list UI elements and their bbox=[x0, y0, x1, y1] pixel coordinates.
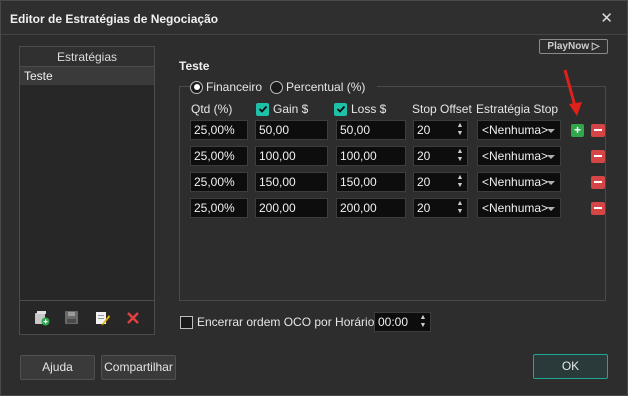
edit-icon[interactable] bbox=[93, 309, 111, 327]
stop-offset-stepper[interactable]: 20 ▲ ▼ bbox=[413, 198, 468, 218]
gain-input[interactable]: 150,00 bbox=[255, 172, 328, 192]
window-title: Editor de Estratégias de Negociação bbox=[10, 12, 219, 26]
gain-checkbox[interactable] bbox=[256, 102, 269, 116]
title-bar: Editor de Estratégias de Negociação ✕ bbox=[1, 1, 627, 35]
remove-row-button[interactable] bbox=[591, 124, 605, 137]
estrategia-stop-value: <Nenhuma> bbox=[482, 123, 549, 137]
gain-input[interactable]: 200,00 bbox=[255, 198, 328, 218]
column-header-stop-offset: Stop Offset bbox=[412, 102, 472, 116]
share-button[interactable]: Compartilhar bbox=[101, 355, 176, 380]
targets-group-box bbox=[179, 86, 606, 301]
oco-time-stepper[interactable]: 00:00 ▲ ▼ bbox=[374, 312, 431, 332]
qtd-input[interactable]: 25,00% bbox=[190, 146, 248, 166]
mode-radio-group: Financeiro Percentual (%) bbox=[190, 80, 378, 94]
radio-percentual-label: Percentual (%) bbox=[286, 80, 366, 94]
chevron-down-icon bbox=[547, 207, 555, 211]
delete-icon[interactable] bbox=[124, 309, 142, 327]
remove-row-button[interactable] bbox=[591, 202, 605, 215]
loss-input[interactable]: 200,00 bbox=[336, 198, 406, 218]
strategy-list-panel: Estratégias Teste bbox=[19, 46, 155, 335]
radio-financeiro[interactable] bbox=[190, 80, 203, 94]
remove-row-button[interactable] bbox=[591, 150, 605, 163]
qtd-input[interactable]: 25,00% bbox=[190, 198, 248, 218]
annotation-arrow-icon bbox=[563, 69, 582, 116]
loss-header-label: Loss $ bbox=[351, 102, 387, 116]
stepper-arrows-icon[interactable]: ▲ ▼ bbox=[456, 122, 464, 138]
stop-offset-value: 20 bbox=[417, 149, 431, 163]
loss-input[interactable]: 50,00 bbox=[336, 120, 406, 140]
estrategia-stop-select[interactable]: <Nenhuma> bbox=[477, 146, 561, 166]
playnow-button[interactable]: PlayNow ▷ bbox=[539, 39, 608, 54]
estrategia-stop-select[interactable]: <Nenhuma> bbox=[477, 198, 561, 218]
loss-checkbox[interactable] bbox=[334, 102, 347, 116]
new-strategy-icon[interactable] bbox=[32, 309, 50, 327]
stepper-arrows-icon[interactable]: ▲ ▼ bbox=[456, 174, 464, 190]
save-icon[interactable] bbox=[63, 309, 81, 327]
estrategia-stop-value: <Nenhuma> bbox=[482, 149, 549, 163]
help-button[interactable]: Ajuda bbox=[20, 355, 95, 380]
chevron-down-icon bbox=[547, 129, 555, 133]
stepper-arrows-icon[interactable]: ▲ ▼ bbox=[419, 314, 427, 330]
radio-financeiro-label: Financeiro bbox=[206, 80, 263, 94]
radio-percentual[interactable] bbox=[270, 80, 284, 94]
oco-label: Encerrar ordem OCO por Horário bbox=[197, 315, 375, 329]
oco-time-value: 00:00 bbox=[378, 315, 409, 329]
stop-offset-stepper[interactable]: 20 ▲ ▼ bbox=[413, 172, 468, 192]
chevron-down-icon bbox=[547, 155, 555, 159]
column-header-estrategia-stop: Estratégia Stop bbox=[476, 102, 559, 116]
strategy-toolbar bbox=[20, 300, 154, 334]
strategy-list-item[interactable]: Teste bbox=[20, 67, 154, 85]
strategy-name-title: Teste bbox=[179, 59, 210, 73]
column-header-qtd: Qtd (%) bbox=[191, 102, 233, 116]
chevron-down-icon bbox=[547, 181, 555, 185]
ok-button[interactable]: OK bbox=[533, 354, 608, 379]
stop-offset-stepper[interactable]: 20 ▲ ▼ bbox=[413, 146, 468, 166]
qtd-input[interactable]: 25,00% bbox=[190, 120, 248, 140]
oco-row: Encerrar ordem OCO por Horário i bbox=[180, 315, 398, 329]
stop-offset-stepper[interactable]: 20 ▲ ▼ bbox=[413, 120, 468, 140]
loss-input[interactable]: 100,00 bbox=[336, 146, 406, 166]
estrategia-stop-value: <Nenhuma> bbox=[482, 201, 549, 215]
stepper-arrows-icon[interactable]: ▲ ▼ bbox=[456, 200, 464, 216]
stepper-arrows-icon[interactable]: ▲ ▼ bbox=[456, 148, 464, 164]
stop-offset-value: 20 bbox=[417, 201, 431, 215]
gain-input[interactable]: 50,00 bbox=[255, 120, 328, 140]
oco-checkbox[interactable] bbox=[180, 315, 193, 329]
stop-offset-value: 20 bbox=[417, 123, 431, 137]
add-row-button[interactable]: + bbox=[571, 124, 584, 137]
column-header-gain: Gain $ bbox=[256, 102, 308, 116]
estrategia-stop-select[interactable]: <Nenhuma> bbox=[477, 172, 561, 192]
estrategia-stop-select[interactable]: <Nenhuma> bbox=[477, 120, 561, 140]
stop-offset-value: 20 bbox=[417, 175, 431, 189]
column-header-loss: Loss $ bbox=[334, 102, 386, 116]
loss-input[interactable]: 150,00 bbox=[336, 172, 406, 192]
estrategia-stop-value: <Nenhuma> bbox=[482, 175, 549, 189]
remove-row-button[interactable] bbox=[591, 176, 605, 189]
strategy-list-header: Estratégias bbox=[20, 47, 154, 67]
qtd-input[interactable]: 25,00% bbox=[190, 172, 248, 192]
gain-input[interactable]: 100,00 bbox=[255, 146, 328, 166]
gain-header-label: Gain $ bbox=[273, 102, 309, 116]
close-icon[interactable]: ✕ bbox=[600, 9, 613, 27]
